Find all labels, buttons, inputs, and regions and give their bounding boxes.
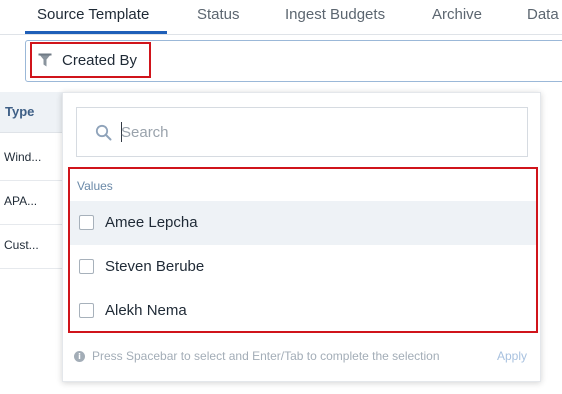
tab-archive[interactable]: Archive: [432, 6, 482, 23]
column-header-type[interactable]: Type: [0, 92, 62, 133]
tab-source-template[interactable]: Source Template: [37, 6, 149, 23]
filter-values-dropdown: Values Amee Lepcha Steven Berube Alekh N…: [62, 92, 541, 382]
screen: Source Template Status Ingest Budgets Ar…: [0, 0, 562, 394]
filter-chip-label: Created By: [62, 52, 138, 69]
tab-bar: Source Template Status Ingest Budgets Ar…: [0, 0, 562, 35]
option-label: Amee Lepcha: [105, 214, 198, 231]
tab-status[interactable]: Status: [197, 6, 240, 23]
checkbox[interactable]: [79, 215, 94, 230]
tab-data[interactable]: Data: [527, 6, 559, 23]
info-icon: i: [74, 351, 85, 362]
source-table: Type Wind... APA... Cust...: [0, 92, 62, 394]
tab-ingest-budgets[interactable]: Ingest Budgets: [285, 6, 385, 23]
option-label: Steven Berube: [105, 258, 205, 275]
checkbox[interactable]: [79, 259, 94, 274]
apply-button[interactable]: Apply: [497, 349, 527, 363]
table-row[interactable]: APA...: [0, 180, 62, 225]
option-alekh-nema[interactable]: Alekh Nema: [70, 289, 536, 333]
option-amee-lepcha[interactable]: Amee Lepcha: [70, 201, 536, 245]
search-input[interactable]: [121, 121, 501, 143]
created-by-filter-chip[interactable]: Created By: [30, 42, 151, 78]
table-cell: APA...: [4, 194, 38, 208]
table-row[interactable]: Wind...: [0, 136, 62, 181]
dropdown-footer: i Press Spacebar to select and Enter/Tab…: [74, 348, 532, 368]
funnel-icon: [38, 53, 52, 67]
search-icon: [95, 124, 112, 141]
column-header-label: Type: [5, 104, 35, 119]
checkbox[interactable]: [79, 303, 94, 318]
active-tab-indicator: [25, 31, 167, 34]
values-section-label: Values: [77, 179, 113, 193]
table-cell: Cust...: [4, 238, 39, 252]
table-row[interactable]: Cust...: [0, 224, 62, 269]
search-box[interactable]: [76, 107, 528, 157]
option-steven-berube[interactable]: Steven Berube: [70, 245, 536, 289]
keyboard-hint: Press Spacebar to select and Enter/Tab t…: [92, 349, 440, 363]
option-label: Alekh Nema: [105, 302, 187, 319]
table-cell: Wind...: [4, 150, 42, 164]
